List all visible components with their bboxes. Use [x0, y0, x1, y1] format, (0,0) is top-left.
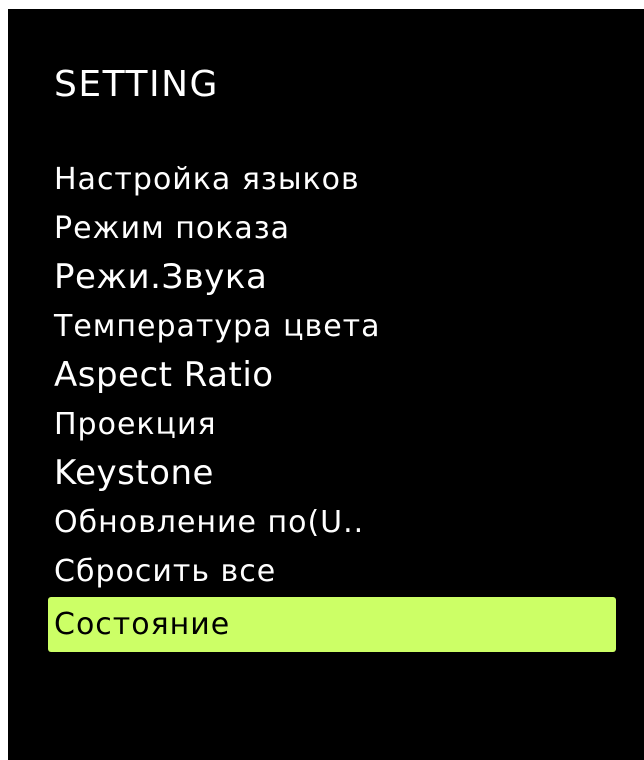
- menu-item-projection[interactable]: Проекция: [48, 400, 616, 449]
- menu-item-display-mode[interactable]: Режим показа: [48, 204, 616, 253]
- settings-screen: SETTING Настройка языков Режим показа Ре…: [8, 9, 644, 760]
- menu-item-keystone[interactable]: Keystone: [48, 449, 616, 498]
- menu-item-color-temperature[interactable]: Температура цвета: [48, 302, 616, 351]
- menu-item-language-settings[interactable]: Настройка языков: [48, 155, 616, 204]
- menu-item-reset-all[interactable]: Сбросить все: [48, 547, 616, 596]
- settings-menu: Настройка языков Режим показа Режи.Звука…: [48, 155, 616, 652]
- menu-item-status[interactable]: Состояние: [48, 597, 616, 652]
- menu-title: SETTING: [54, 64, 219, 105]
- menu-item-aspect-ratio[interactable]: Aspect Ratio: [48, 351, 616, 400]
- menu-item-sound-mode[interactable]: Режи.Звука: [48, 253, 616, 302]
- menu-item-software-update[interactable]: Обновление по(U..: [48, 498, 616, 547]
